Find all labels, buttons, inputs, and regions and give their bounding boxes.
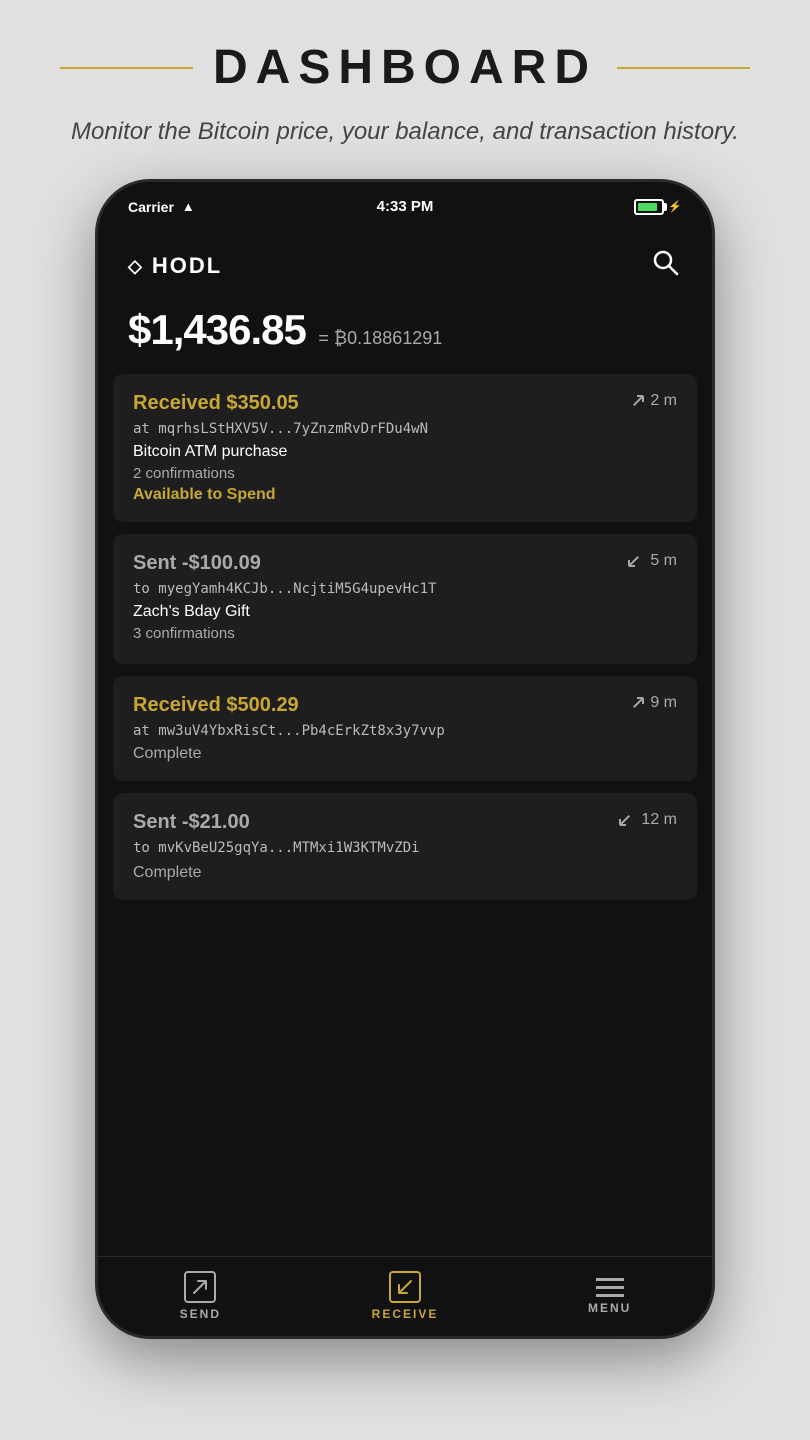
tx-time-label-0: 2 m [650,392,677,410]
tx-confirmations-0: 2 confirmations [133,465,677,482]
tx-address-1: to myegYamh4KCJb...NcjtiM5G4upevHc1T [133,581,677,597]
tx-address-3: to mvKvBeU25gqYa...MTMxi1W3KTMvZDi [133,840,677,856]
nav-receive-label: RECEIVE [372,1307,439,1321]
tx-header-2: Received $500.29 9 m [133,694,677,717]
transaction-card-3[interactable]: Sent -$21.00 12 m to mvKvBeU25gqYa...MTM… [113,793,697,900]
bottom-nav: SEND RECEIVE MENU [98,1256,712,1336]
tx-header-0: Received $350.05 2 m [133,392,677,415]
tx-label-1: Zach's Bday Gift [133,603,677,621]
tx-amount-2: Received $500.29 [133,694,299,717]
tx-status-0: Available to Spend [133,486,677,504]
tx-amount-0: Received $350.05 [133,392,299,415]
header-line-left [60,67,193,69]
tx-amount-1: Sent -$100.09 [133,552,261,575]
tx-time-1: 5 m [628,552,677,570]
tx-confirmations-1: 3 confirmations [133,625,677,642]
transaction-card-2[interactable]: Received $500.29 9 m at mw3uV4YbxRisCt..… [113,676,697,781]
tx-header-3: Sent -$21.00 12 m [133,811,677,834]
header-line-right [617,67,750,69]
page-title: DASHBOARD [213,40,597,95]
header-line: DASHBOARD [60,40,750,95]
status-time: 4:33 PM [377,198,434,215]
carrier-text: Carrier [128,199,174,215]
battery-fill [638,203,657,211]
tx-time-label-3: 12 m [641,811,677,829]
menu-line-3 [596,1294,624,1297]
nav-receive[interactable]: RECEIVE [303,1271,508,1321]
page-wrapper: DASHBOARD Monitor the Bitcoin price, you… [0,0,810,1440]
page-subtitle: Monitor the Bitcoin price, your balance,… [60,115,750,149]
status-left: Carrier ▲ [128,199,195,215]
status-right: ⚡ [634,199,682,215]
tx-label-0: Bitcoin ATM purchase [133,443,677,461]
page-header: DASHBOARD Monitor the Bitcoin price, you… [0,0,810,179]
menu-icon [596,1278,624,1297]
transaction-card-1[interactable]: Sent -$100.09 5 m to myegYamh4KCJb...Ncj… [113,534,697,664]
balance-btc: = ₿0.18861291 [318,328,442,348]
phone-container: Carrier ▲ 4:33 PM ⚡ ◇ HODL [95,179,715,1339]
tx-header-1: Sent -$100.09 5 m [133,552,677,575]
balance-usd: $1,436.85 [128,306,306,353]
nav-send-label: SEND [180,1307,221,1321]
tx-time-3: 12 m [619,811,677,829]
tx-time-2: 9 m [628,694,677,712]
transactions-list: Received $350.05 2 m at mqrhsLStHXV5V...… [98,374,712,912]
tx-address-2: at mw3uV4YbxRisCt...Pb4cErkZt8x3y7vvp [133,723,677,739]
app-content: ◇ HODL $1,436.85 = ₿0.18861291 [98,232,712,1256]
tx-status-2: Complete [133,745,677,763]
nav-send[interactable]: SEND [98,1271,303,1321]
nav-menu-label: MENU [588,1301,631,1315]
app-logo: ◇ HODL [128,253,222,279]
balance-display: $1,436.85 = ₿0.18861291 [128,306,682,354]
transaction-card-0[interactable]: Received $350.05 2 m at mqrhsLStHXV5V...… [113,374,697,522]
balance-section: $1,436.85 = ₿0.18861291 [98,296,712,374]
bolt-icon: ⚡ [668,200,682,213]
send-nav-icon [184,1271,216,1303]
tx-time-0: 2 m [628,392,677,410]
status-bar: Carrier ▲ 4:33 PM ⚡ [98,182,712,232]
menu-line-2 [596,1286,624,1289]
search-icon[interactable] [650,247,682,286]
tx-status-3: Complete [133,864,677,882]
tx-time-label-2: 9 m [650,694,677,712]
nav-menu[interactable]: MENU [507,1278,712,1315]
wifi-icon: ▲ [182,199,195,214]
logo-diamond-icon: ◇ [128,256,144,277]
tx-address-0: at mqrhsLStHXV5V...7yZnzmRvDrFDu4wN [133,421,677,437]
app-logo-text: HODL [152,253,222,279]
tx-amount-3: Sent -$21.00 [133,811,250,834]
receive-nav-icon [389,1271,421,1303]
app-header: ◇ HODL [98,232,712,296]
battery-icon [634,199,664,215]
menu-line-1 [596,1278,624,1281]
tx-time-label-1: 5 m [650,552,677,570]
